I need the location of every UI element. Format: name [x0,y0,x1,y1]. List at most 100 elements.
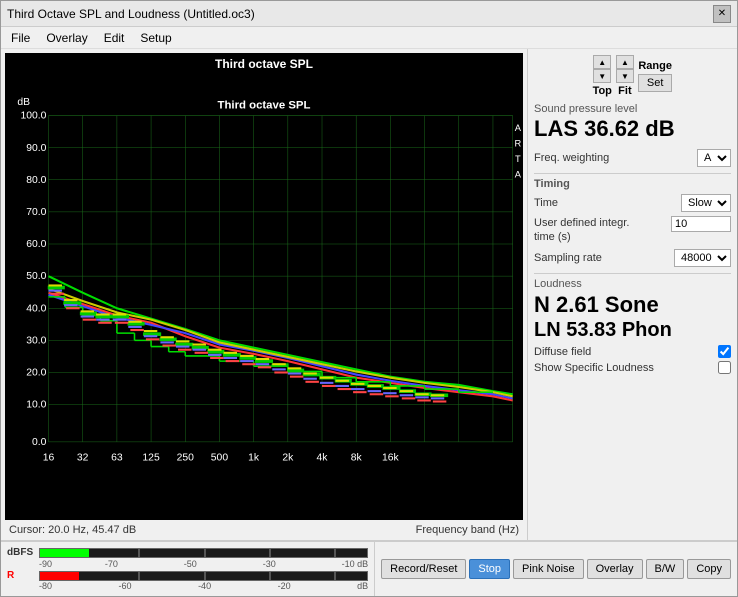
loudness-section: Loudness N 2.61 Sone LN 53.83 Phon Diffu… [534,273,731,374]
svg-text:50.0: 50.0 [26,271,46,282]
close-button[interactable]: ✕ [713,5,731,23]
svg-text:32: 32 [77,453,89,464]
svg-text:40.0: 40.0 [26,303,46,314]
menu-edit[interactable]: Edit [100,30,129,46]
svg-text:60.0: 60.0 [26,239,46,250]
timing-title: Timing [534,178,731,190]
loudness-n-value: N 2.61 Sone [534,292,731,318]
freq-band-label: Frequency band (Hz) [416,524,519,536]
r-label: R [7,570,35,581]
chart-svg: 100.0 90.0 80.0 70.0 60.0 50.0 40.0 30.0… [5,53,523,520]
sampling-rate-label: Sampling rate [534,252,602,264]
overlay-button[interactable]: Overlay [587,559,643,579]
svg-text:10.0: 10.0 [26,400,46,411]
user-defined-input[interactable] [671,216,731,232]
action-buttons: Record/Reset Stop Pink Noise Overlay B/W… [374,542,737,596]
scale-bot-minus40: -40 [198,581,211,591]
svg-text:63: 63 [111,453,123,464]
svg-text:90.0: 90.0 [26,143,46,154]
menu-file[interactable]: File [7,30,34,46]
freq-weighting-label: Freq. weighting [534,152,609,164]
svg-text:Third octave SPL: Third octave SPL [218,99,311,111]
window-title: Third Octave SPL and Loudness (Untitled.… [7,7,255,21]
fit-down-button[interactable]: ▼ [616,69,634,83]
chart-title: Third octave SPL [215,57,313,71]
scale-bot-minus80: -80 [39,581,52,591]
fit-label: Fit [618,85,631,97]
bw-button[interactable]: B/W [646,559,685,579]
svg-text:80.0: 80.0 [26,175,46,186]
svg-text:30.0: 30.0 [26,335,46,346]
show-specific-row: Show Specific Loudness [534,361,731,374]
svg-text:A: A [515,123,522,133]
right-panel: ▲ ▼ Top ▲ ▼ Fit Range Set [527,49,737,540]
svg-text:16k: 16k [382,453,400,464]
range-group: Range Set [638,60,673,92]
main-window: Third Octave SPL and Loudness (Untitled.… [0,0,738,597]
sampling-rate-row: Sampling rate 44100 48000 96000 [534,249,731,267]
copy-button[interactable]: Copy [687,559,731,579]
top-down-button[interactable]: ▼ [593,69,611,83]
record-reset-button[interactable]: Record/Reset [381,559,466,579]
menu-bar: File Overlay Edit Setup [1,27,737,49]
main-content: 100.0 90.0 80.0 70.0 60.0 50.0 40.0 30.0… [1,49,737,540]
chart-area: 100.0 90.0 80.0 70.0 60.0 50.0 40.0 30.0… [1,49,527,540]
fit-nav-buttons: ▲ ▼ [616,55,634,83]
top-up-button[interactable]: ▲ [593,55,611,69]
scale-minus10db: -10 dB [342,559,369,569]
nav-controls: ▲ ▼ Top ▲ ▼ Fit Range Set [534,55,731,97]
loudness-ln-value: LN 53.83 Phon [534,318,731,342]
show-specific-checkbox[interactable] [718,361,731,374]
freq-weighting-row: Freq. weighting A B C Z [534,149,731,167]
scale-bot-minus60: -60 [119,581,132,591]
r-meter-bar [39,571,368,581]
svg-text:T: T [515,154,521,164]
meter-scale-bottom: -80 -60 -40 -20 dB [7,581,368,591]
svg-text:dB: dB [17,97,30,108]
svg-text:8k: 8k [351,453,363,464]
level-meter-section: dBFS -90 -70 -50 -30 [1,542,374,596]
sampling-rate-select[interactable]: 44100 48000 96000 [674,249,731,267]
l-meter-fill [40,549,89,557]
meter-scale-top: -90 -70 -50 -30 -10 dB [7,559,368,569]
time-row: Time Fast Slow [534,194,731,212]
freq-weighting-select[interactable]: A B C Z [697,149,731,167]
pink-noise-button[interactable]: Pink Noise [513,559,584,579]
scale-minus30: -30 [263,559,276,569]
user-defined-label: User defined integr. time (s) [534,216,634,245]
spl-section-label: Sound pressure level [534,103,731,115]
loudness-title: Loudness [534,278,731,290]
diffuse-field-checkbox[interactable] [718,345,731,358]
l-meter-bar [39,548,368,558]
show-specific-label: Show Specific Loudness [534,362,654,374]
svg-text:500: 500 [211,453,229,464]
svg-text:20.0: 20.0 [26,368,46,379]
svg-text:1k: 1k [248,453,260,464]
bottom-row: dBFS -90 -70 -50 -30 [1,541,737,596]
spl-section: Sound pressure level LAS 36.62 dB [534,103,731,141]
set-button[interactable]: Set [638,74,673,92]
timing-section: Timing Time Fast Slow User defined integ… [534,173,731,267]
svg-text:A: A [515,170,522,180]
r-meter-row: R [7,570,368,581]
bottom-area: dBFS -90 -70 -50 -30 [1,540,737,596]
stop-button[interactable]: Stop [469,559,510,579]
menu-setup[interactable]: Setup [136,30,175,46]
l-meter-row: dBFS [7,547,368,558]
top-label: Top [593,85,612,97]
spl-value: LAS 36.62 dB [534,117,731,141]
chart-bottom-area: Cursor: 20.0 Hz, 45.47 dB Frequency band… [5,524,523,536]
top-nav-group: ▲ ▼ Top [593,55,612,97]
fit-nav-group: ▲ ▼ Fit [616,55,634,97]
svg-text:2k: 2k [282,453,294,464]
range-label: Range [638,60,672,72]
fit-up-button[interactable]: ▲ [616,55,634,69]
svg-text:4k: 4k [317,453,329,464]
menu-overlay[interactable]: Overlay [42,30,91,46]
scale-bot-minus20: -20 [278,581,291,591]
svg-text:0.0: 0.0 [32,437,47,448]
top-nav-buttons: ▲ ▼ [593,55,611,83]
time-label: Time [534,197,558,209]
diffuse-field-label: Diffuse field [534,346,591,358]
time-select[interactable]: Fast Slow [681,194,731,212]
